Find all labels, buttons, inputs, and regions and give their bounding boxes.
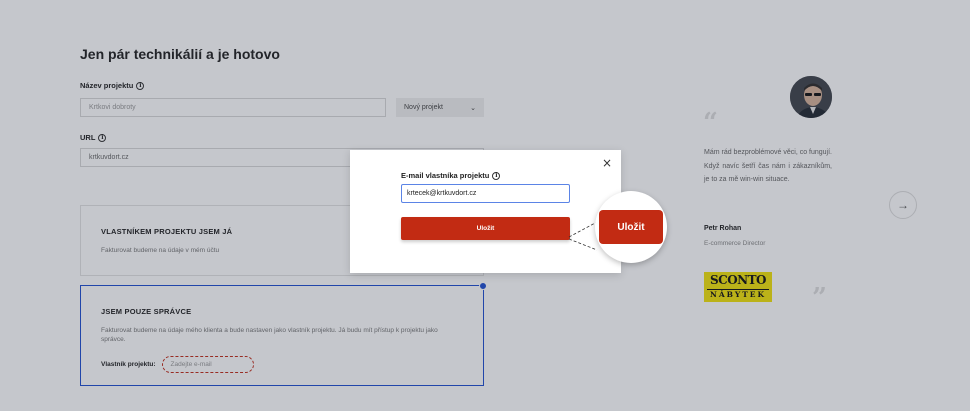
info-icon[interactable]: i	[492, 171, 501, 180]
owner-email-field[interactable]: krtecek@krtkuvdort.cz	[401, 184, 570, 203]
modal-email-label: E-mail vlastníka projektu i	[401, 171, 501, 180]
close-icon[interactable]: ×	[602, 156, 612, 170]
zoomed-save-button: Uložit	[599, 210, 663, 244]
zoom-magnifier: Uložit	[595, 191, 667, 263]
save-button[interactable]: Uložit	[401, 217, 570, 240]
